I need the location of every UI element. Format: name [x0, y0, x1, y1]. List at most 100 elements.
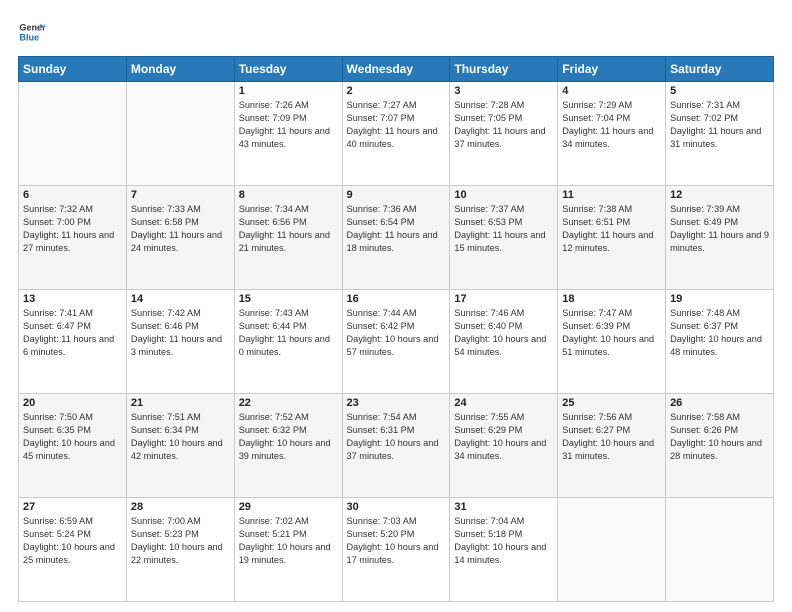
- calendar-day-cell: 1Sunrise: 7:26 AM Sunset: 7:09 PM Daylig…: [234, 82, 342, 186]
- calendar-header-wednesday: Wednesday: [342, 57, 450, 82]
- day-number: 23: [347, 397, 446, 409]
- calendar-day-cell: 11Sunrise: 7:38 AM Sunset: 6:51 PM Dayli…: [558, 186, 666, 290]
- day-number: 29: [239, 501, 338, 513]
- day-info: Sunrise: 7:50 AM Sunset: 6:35 PM Dayligh…: [23, 411, 122, 463]
- calendar-day-cell: 6 Sunrise: 7:32 AM Sunset: 7:00 PM Daylig…: [19, 186, 127, 290]
- calendar-week-row: 20 Sunrise: 7:50 AM Sunset: 6:35 PM Dayli…: [19, 394, 774, 498]
- calendar-day-cell: 27 Sunrise: 6:59 AM Sunset: 5:24 PM Dayli…: [19, 498, 127, 602]
- calendar-day-cell: 25Sunrise: 7:56 AM Sunset: 6:27 PM Dayli…: [558, 394, 666, 498]
- calendar-header-tuesday: Tuesday: [234, 57, 342, 82]
- day-info: Sunrise: 7:58 AM Sunset: 6:26 PM Dayligh…: [670, 411, 769, 463]
- day-number: 7: [131, 189, 230, 201]
- calendar-day-cell: 9 Sunrise: 7:36 AM Sunset: 6:54 PM Daylig…: [342, 186, 450, 290]
- calendar-day-cell: 18 Sunrise: 7:47 AM Sunset: 6:39 PM Dayli…: [558, 290, 666, 394]
- day-number: 14: [131, 293, 230, 305]
- calendar-day-cell: 26 Sunrise: 7:58 AM Sunset: 6:26 PM Dayli…: [666, 394, 774, 498]
- day-info: Sunrise: 7:00 AM Sunset: 5:23 PM Dayligh…: [131, 515, 230, 567]
- day-info: Sunrise: 6:59 AM Sunset: 5:24 PM Dayligh…: [23, 515, 122, 567]
- svg-text:Blue: Blue: [19, 32, 39, 42]
- logo: General Blue: [18, 18, 46, 46]
- day-number: 1: [239, 85, 338, 97]
- day-number: 28: [131, 501, 230, 513]
- calendar-day-cell: 13 Sunrise: 7:41 AM Sunset: 6:47 PM Dayli…: [19, 290, 127, 394]
- day-info: Sunrise: 7:03 AM Sunset: 5:20 PM Dayligh…: [347, 515, 446, 567]
- day-number: 21: [131, 397, 230, 409]
- day-info: Sunrise: 7:31 AM Sunset: 7:02 PM Dayligh…: [670, 99, 769, 151]
- day-info: Sunrise: 7:42 AM Sunset: 6:46 PM Dayligh…: [131, 307, 230, 359]
- calendar-day-cell: 8 Sunrise: 7:34 AM Sunset: 6:56 PM Daylig…: [234, 186, 342, 290]
- calendar-day-cell: 21 Sunrise: 7:51 AM Sunset: 6:34 PM Dayli…: [126, 394, 234, 498]
- day-number: 26: [670, 397, 769, 409]
- calendar-day-cell: 29 Sunrise: 7:02 AM Sunset: 5:21 PM Dayli…: [234, 498, 342, 602]
- calendar-week-row: 13 Sunrise: 7:41 AM Sunset: 6:47 PM Dayli…: [19, 290, 774, 394]
- day-number: 15: [239, 293, 338, 305]
- calendar-header-thursday: Thursday: [450, 57, 558, 82]
- calendar-day-cell: 2Sunrise: 7:27 AM Sunset: 7:07 PM Daylig…: [342, 82, 450, 186]
- day-number: 8: [239, 189, 338, 201]
- day-info: Sunrise: 7:41 AM Sunset: 6:47 PM Dayligh…: [23, 307, 122, 359]
- calendar-day-cell: 20 Sunrise: 7:50 AM Sunset: 6:35 PM Dayli…: [19, 394, 127, 498]
- calendar-day-cell: 22 Sunrise: 7:52 AM Sunset: 6:32 PM Dayli…: [234, 394, 342, 498]
- calendar-day-cell: [666, 498, 774, 602]
- calendar-day-cell: 4Sunrise: 7:29 AM Sunset: 7:04 PM Daylig…: [558, 82, 666, 186]
- calendar-header-monday: Monday: [126, 57, 234, 82]
- calendar-week-row: 1Sunrise: 7:26 AM Sunset: 7:09 PM Daylig…: [19, 82, 774, 186]
- day-info: Sunrise: 7:32 AM Sunset: 7:00 PM Dayligh…: [23, 203, 122, 255]
- day-info: Sunrise: 7:54 AM Sunset: 6:31 PM Dayligh…: [347, 411, 446, 463]
- calendar-week-row: 27 Sunrise: 6:59 AM Sunset: 5:24 PM Dayli…: [19, 498, 774, 602]
- calendar-day-cell: 23 Sunrise: 7:54 AM Sunset: 6:31 PM Dayli…: [342, 394, 450, 498]
- day-number: 13: [23, 293, 122, 305]
- day-info: Sunrise: 7:44 AM Sunset: 6:42 PM Dayligh…: [347, 307, 446, 359]
- calendar-day-cell: 16 Sunrise: 7:44 AM Sunset: 6:42 PM Dayli…: [342, 290, 450, 394]
- day-number: 27: [23, 501, 122, 513]
- day-info: Sunrise: 7:55 AM Sunset: 6:29 PM Dayligh…: [454, 411, 553, 463]
- calendar-day-cell: 19 Sunrise: 7:48 AM Sunset: 6:37 PM Dayli…: [666, 290, 774, 394]
- day-info: Sunrise: 7:27 AM Sunset: 7:07 PM Dayligh…: [347, 99, 446, 151]
- day-number: 25: [562, 397, 661, 409]
- day-info: Sunrise: 7:37 AM Sunset: 6:53 PM Dayligh…: [454, 203, 553, 255]
- calendar-day-cell: 5 Sunrise: 7:31 AM Sunset: 7:02 PM Daylig…: [666, 82, 774, 186]
- calendar-header-friday: Friday: [558, 57, 666, 82]
- day-number: 18: [562, 293, 661, 305]
- day-number: 24: [454, 397, 553, 409]
- day-number: 19: [670, 293, 769, 305]
- day-info: Sunrise: 7:47 AM Sunset: 6:39 PM Dayligh…: [562, 307, 661, 359]
- day-info: Sunrise: 7:48 AM Sunset: 6:37 PM Dayligh…: [670, 307, 769, 359]
- day-info: Sunrise: 7:04 AM Sunset: 5:18 PM Dayligh…: [454, 515, 553, 567]
- day-number: 30: [347, 501, 446, 513]
- calendar-day-cell: 15 Sunrise: 7:43 AM Sunset: 6:44 PM Dayli…: [234, 290, 342, 394]
- day-info: Sunrise: 7:34 AM Sunset: 6:56 PM Dayligh…: [239, 203, 338, 255]
- day-info: Sunrise: 7:46 AM Sunset: 6:40 PM Dayligh…: [454, 307, 553, 359]
- calendar-week-row: 6 Sunrise: 7:32 AM Sunset: 7:00 PM Daylig…: [19, 186, 774, 290]
- calendar-table: SundayMondayTuesdayWednesdayThursdayFrid…: [18, 56, 774, 602]
- day-number: 9: [347, 189, 446, 201]
- day-number: 6: [23, 189, 122, 201]
- day-info: Sunrise: 7:52 AM Sunset: 6:32 PM Dayligh…: [239, 411, 338, 463]
- day-info: Sunrise: 7:02 AM Sunset: 5:21 PM Dayligh…: [239, 515, 338, 567]
- day-number: 5: [670, 85, 769, 97]
- calendar-day-cell: 10Sunrise: 7:37 AM Sunset: 6:53 PM Dayli…: [450, 186, 558, 290]
- day-number: 16: [347, 293, 446, 305]
- day-info: Sunrise: 7:29 AM Sunset: 7:04 PM Dayligh…: [562, 99, 661, 151]
- calendar-header-sunday: Sunday: [19, 57, 127, 82]
- calendar-day-cell: 31 Sunrise: 7:04 AM Sunset: 5:18 PM Dayli…: [450, 498, 558, 602]
- calendar-day-cell: [126, 82, 234, 186]
- calendar-day-cell: 7Sunrise: 7:33 AM Sunset: 6:58 PM Daylig…: [126, 186, 234, 290]
- day-number: 22: [239, 397, 338, 409]
- day-number: 20: [23, 397, 122, 409]
- header: General Blue: [18, 18, 774, 46]
- calendar-header-saturday: Saturday: [666, 57, 774, 82]
- logo-icon: General Blue: [18, 18, 46, 46]
- day-info: Sunrise: 7:36 AM Sunset: 6:54 PM Dayligh…: [347, 203, 446, 255]
- day-info: Sunrise: 7:51 AM Sunset: 6:34 PM Dayligh…: [131, 411, 230, 463]
- day-info: Sunrise: 7:39 AM Sunset: 6:49 PM Dayligh…: [670, 203, 769, 255]
- day-number: 12: [670, 189, 769, 201]
- day-info: Sunrise: 7:43 AM Sunset: 6:44 PM Dayligh…: [239, 307, 338, 359]
- day-number: 3: [454, 85, 553, 97]
- page: General Blue SundayMondayTuesdayWednesda…: [0, 0, 792, 612]
- day-info: Sunrise: 7:28 AM Sunset: 7:05 PM Dayligh…: [454, 99, 553, 151]
- day-number: 31: [454, 501, 553, 513]
- calendar-day-cell: 17Sunrise: 7:46 AM Sunset: 6:40 PM Dayli…: [450, 290, 558, 394]
- calendar-day-cell: 12 Sunrise: 7:39 AM Sunset: 6:49 PM Dayli…: [666, 186, 774, 290]
- day-info: Sunrise: 7:38 AM Sunset: 6:51 PM Dayligh…: [562, 203, 661, 255]
